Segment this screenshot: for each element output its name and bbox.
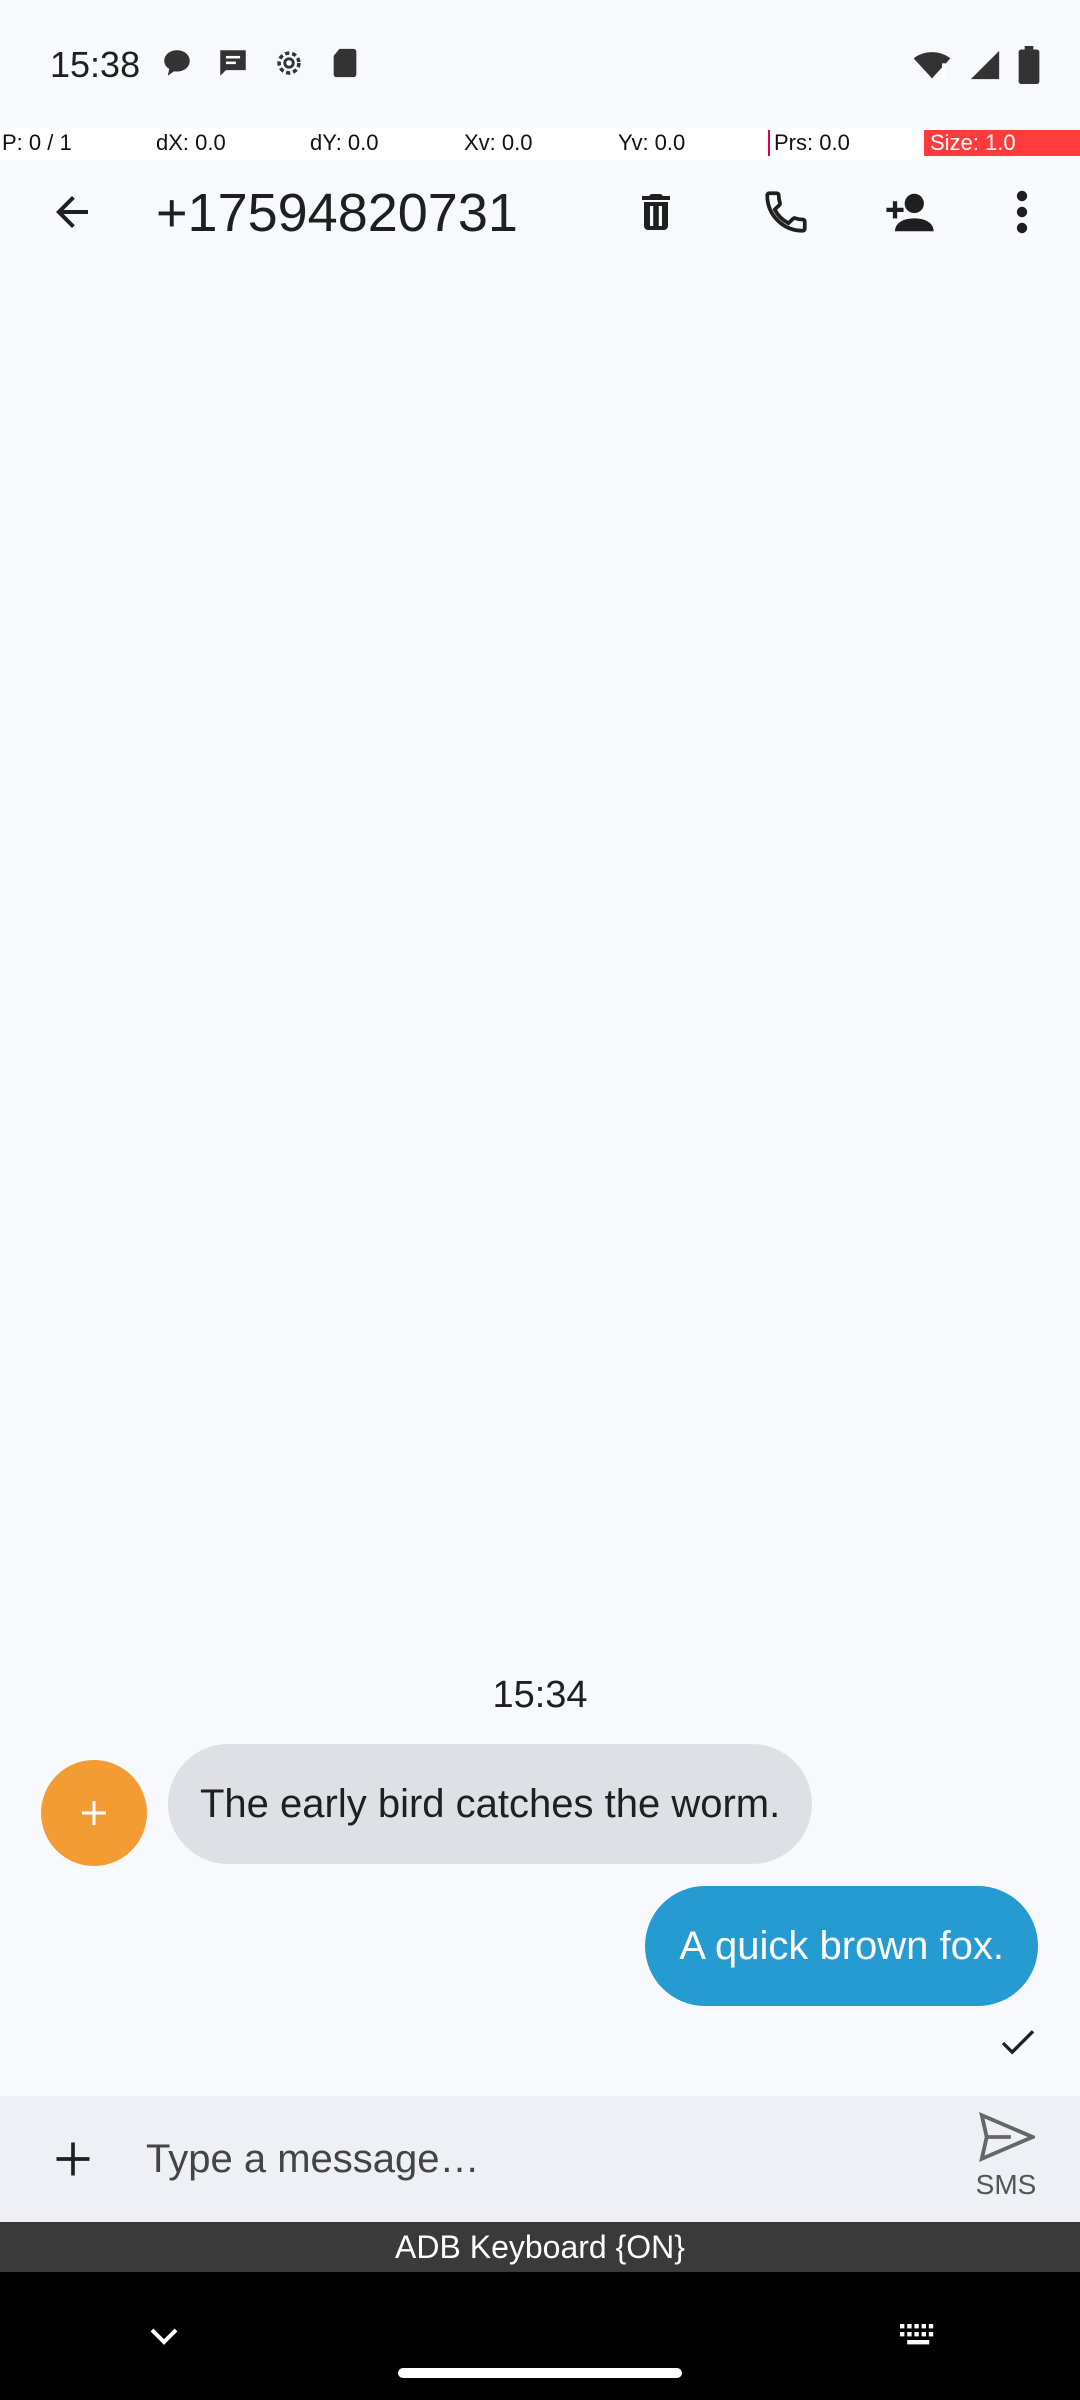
chevron-down-icon [150, 2328, 178, 2345]
status-time: 15:38 [50, 44, 141, 85]
back-button[interactable] [40, 180, 104, 244]
delete-icon [642, 194, 670, 230]
outgoing-message-bubble[interactable]: A quick brown fox. [645, 1886, 1038, 2006]
sent-check-icon [998, 2028, 1038, 2058]
chat-bubble-icon [160, 46, 194, 80]
send-icon [979, 2111, 1038, 2163]
back-arrow-icon [56, 196, 88, 228]
add-attachment-button[interactable] [40, 2126, 106, 2192]
page-title: +17594820731 [156, 183, 518, 243]
signal-icon [968, 48, 1002, 87]
plus-icon [82, 1801, 106, 1825]
pointer-dy: dY: 0.0 [310, 130, 379, 155]
pointer-xv: Xv: 0.0 [464, 130, 533, 155]
pointer-location-overlay: P: 0 / 1 dX: 0.0 dY: 0.0 Xv: 0.0 Yv: 0.0… [0, 128, 1080, 160]
status-bar: 15:38 [0, 0, 1080, 128]
plus-icon [56, 2142, 90, 2176]
keyboard-status-bar: ADB Keyboard {ON} [0, 2222, 1080, 2272]
system-icons [912, 46, 1040, 89]
settings-gear-icon [272, 46, 306, 80]
keyboard-icon [900, 2324, 934, 2345]
contact-avatar[interactable] [41, 1760, 147, 1866]
hide-keyboard-button[interactable] [140, 2312, 188, 2360]
delete-button[interactable] [624, 180, 688, 244]
sms-icon [216, 46, 250, 80]
add-contact-button[interactable] [878, 180, 942, 244]
navigation-bar [0, 2272, 1080, 2400]
conversation-toolbar: +17594820731 [0, 160, 1080, 260]
notification-icons [160, 46, 362, 80]
pointer-pressure: Prs: 0.0 [768, 130, 850, 156]
pointer-size: Size: 1.0 [924, 130, 1080, 156]
sd-card-icon [328, 46, 362, 80]
message-timestamp: 15:34 [492, 1674, 588, 1716]
send-sms-button[interactable]: SMS [966, 2111, 1046, 2212]
phone-icon [765, 191, 807, 233]
add-person-icon [886, 193, 934, 232]
compose-bar: SMS [0, 2096, 1080, 2222]
keyboard-switch-button[interactable] [894, 2312, 942, 2360]
send-label: SMS [975, 2169, 1037, 2200]
battery-icon [1018, 46, 1040, 89]
more-vert-icon [1016, 190, 1028, 234]
pointer-dx: dX: 0.0 [156, 130, 226, 155]
incoming-message-bubble[interactable]: The early bird catches the worm. [168, 1744, 813, 1864]
call-button[interactable] [754, 180, 818, 244]
message-input[interactable] [146, 2122, 926, 2196]
pointer-yv: Yv: 0.0 [618, 130, 686, 155]
home-gesture-handle[interactable] [398, 2368, 682, 2378]
wifi-icon [912, 48, 952, 87]
pointer-count: P: 0 / 1 [2, 130, 72, 155]
more-options-button[interactable] [990, 180, 1054, 244]
